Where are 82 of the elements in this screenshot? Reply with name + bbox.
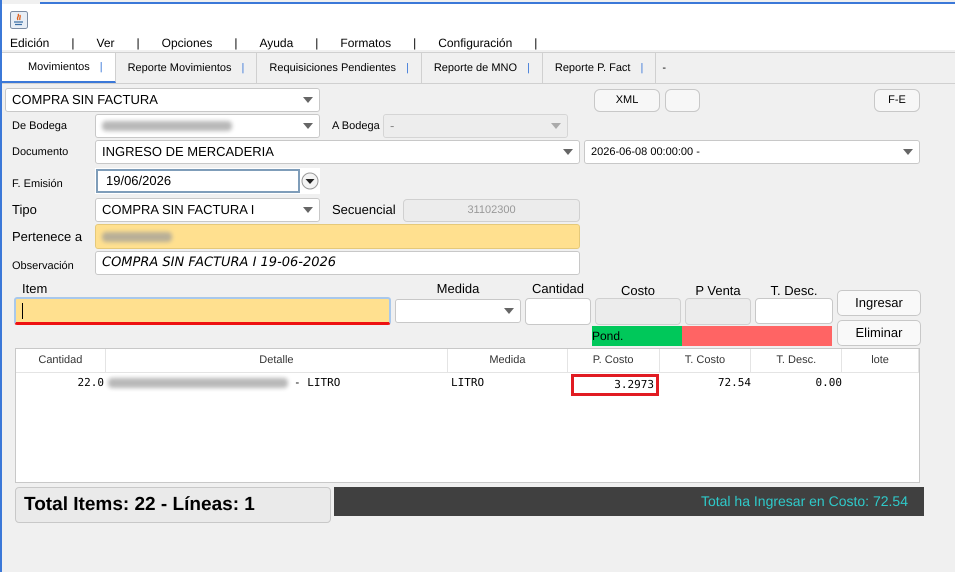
tab-separator: |	[640, 60, 644, 76]
table-cell-text: 72.54	[718, 374, 751, 391]
menu-separator: |	[533, 35, 538, 52]
sale-price-field[interactable]	[685, 298, 751, 325]
table-cell: - LITRO	[108, 374, 340, 392]
table-cell-text: 22.0	[78, 374, 104, 391]
field-label: Cantidad	[530, 280, 586, 297]
weighted-indicator: Pond.	[592, 326, 682, 346]
type-dropdown[interactable]: COMPRA SIN FACTURA I	[95, 198, 320, 222]
column-header[interactable]: T. Desc.	[751, 349, 842, 372]
fe-button[interactable]: F-E	[874, 88, 920, 112]
field-label: Pertenece a	[11, 228, 84, 246]
tab[interactable]: Requisiciones Pendientes |	[257, 53, 422, 83]
field-label: Tipo	[11, 201, 38, 220]
unit-dropdown[interactable]	[395, 299, 521, 323]
table-cell-text: 0.00	[816, 374, 842, 391]
column-header[interactable]: Detalle	[106, 349, 448, 372]
field-label: T. Desc.	[770, 282, 818, 297]
field-label: P Venta	[694, 282, 742, 297]
dropdown-arrow-icon	[551, 123, 561, 129]
menu-item[interactable]: Edición	[2, 34, 58, 52]
column-header[interactable]: Cantidad	[16, 349, 106, 372]
document-dropdown[interactable]: INGRESO DE MERCADERIA	[95, 140, 580, 164]
field-label: De Bodega	[11, 118, 68, 134]
total-items-label: Total Items: 22 - Líneas: 1	[15, 487, 331, 523]
menu-separator: |	[314, 35, 320, 52]
tab-end-marker: -	[661, 60, 668, 76]
menu-item[interactable]: Ver	[88, 34, 122, 52]
dropdown-arrow-icon	[303, 207, 313, 213]
cost-field[interactable]	[595, 298, 681, 325]
column-header[interactable]: Medida	[448, 349, 568, 372]
menu-separator: |	[412, 35, 418, 52]
discount-field[interactable]	[755, 298, 833, 324]
column-header[interactable]: T. Costo	[660, 349, 752, 372]
menu-item[interactable]: Configuración	[430, 34, 520, 52]
app-icon	[10, 11, 28, 29]
observation-field[interactable]: COMPRA SIN FACTURA I 19-06-2026	[95, 251, 580, 275]
dropdown-arrow-icon	[563, 149, 573, 155]
column-header[interactable]: lote	[842, 349, 919, 372]
tab[interactable]: Reporte de MNO |	[422, 53, 543, 83]
tab-separator: |	[406, 60, 409, 76]
field-label: F. Emisión	[11, 176, 64, 192]
movement-type-dropdown[interactable]: COMPRA SIN FACTURA	[5, 88, 320, 112]
column-header[interactable]: P. Costo	[568, 349, 660, 372]
xml-button[interactable]: XML	[594, 88, 660, 112]
item-field[interactable]	[14, 297, 391, 325]
delete-button[interactable]: Eliminar	[837, 320, 921, 346]
document-date-dropdown[interactable]: 2026-06-08 00:00:00 -	[584, 140, 920, 164]
field-label: Medida	[436, 280, 480, 297]
field-label: Observación	[11, 258, 75, 274]
menu-separator: |	[70, 35, 76, 52]
field-label: Costo	[620, 282, 656, 297]
tab[interactable]: Reporte Movimientos |	[116, 53, 258, 83]
owner-field[interactable]	[95, 224, 580, 249]
tab-separator: |	[100, 60, 103, 75]
add-button[interactable]: Ingresar	[837, 290, 921, 316]
menu-item[interactable]: Ayuda	[251, 34, 302, 52]
tab[interactable]: Reporte P. Fact |	[542, 53, 656, 83]
field-label: Item	[21, 280, 48, 297]
tab-separator: |	[242, 60, 244, 76]
date-field[interactable]: 19/06/2026	[96, 169, 300, 193]
field-label: Documento	[11, 144, 70, 160]
date-picker-icon[interactable]	[301, 172, 319, 190]
total-cost-label: Total ha Ingresar en Costo: 72.54	[334, 487, 924, 516]
dropdown-arrow-icon	[504, 308, 514, 314]
menu-item[interactable]: Formatos	[332, 34, 400, 52]
table-cell: 3.2973	[571, 374, 659, 396]
blank-button[interactable]	[665, 88, 700, 112]
text-cursor	[22, 302, 23, 318]
field-label: A Bodega	[331, 118, 381, 134]
field-label: Secuencial	[331, 201, 397, 220]
dropdown-arrow-icon	[903, 149, 913, 155]
dropdown-arrow-icon	[303, 97, 313, 103]
tab[interactable]: Movimientos |	[2, 53, 116, 83]
menu-separator: |	[233, 35, 238, 52]
tab-separator: |	[527, 60, 530, 76]
menu-separator: |	[136, 35, 141, 52]
warehouse-dropdown[interactable]	[95, 114, 320, 138]
table-cell-text: LITRO	[451, 374, 484, 391]
dropdown-arrow-icon	[303, 123, 313, 129]
menu-item[interactable]: Opciones	[154, 34, 220, 52]
quantity-field[interactable]	[525, 298, 591, 325]
